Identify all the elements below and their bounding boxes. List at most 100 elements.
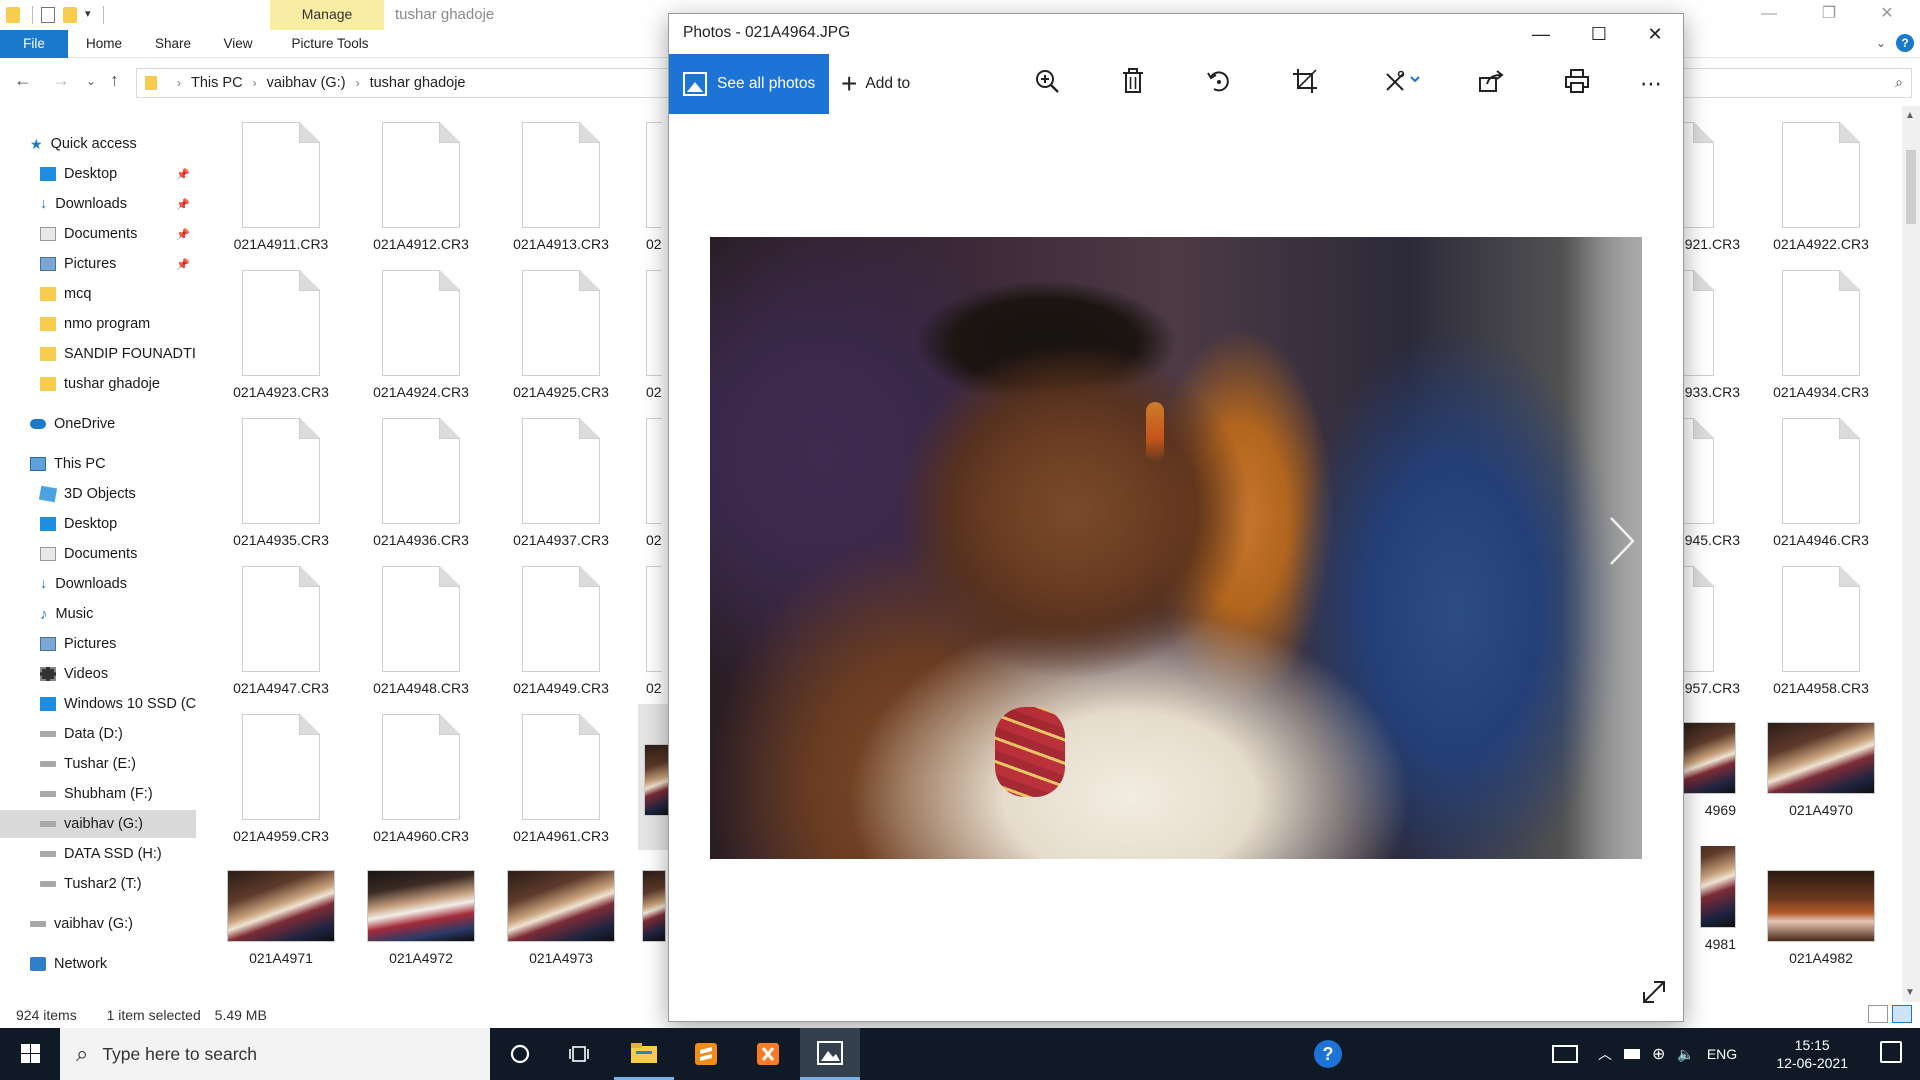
delete-icon[interactable] (1117, 68, 1149, 100)
file-tile[interactable]: 021A4973 (496, 846, 626, 966)
customize-qat-icon[interactable]: ▾ (85, 7, 91, 23)
nav-onedrive[interactable]: OneDrive (0, 410, 196, 438)
file-tile[interactable]: 021A4937.CR3 (496, 402, 626, 548)
file-tile[interactable]: 021A4970 (1756, 698, 1886, 818)
file-tile-partial[interactable]: 945.CR3 (1676, 402, 1740, 548)
file-tile[interactable]: 021A4946.CR3 (1756, 402, 1886, 548)
selected-file-tile[interactable] (638, 704, 668, 850)
zoom-in-icon[interactable] (1031, 68, 1063, 100)
file-tile[interactable]: 021A4948.CR3 (356, 550, 486, 696)
tab-share[interactable]: Share (148, 30, 198, 58)
file-tile[interactable]: 021A4911.CR3 (216, 106, 346, 252)
file-tile[interactable]: 021A4936.CR3 (356, 402, 486, 548)
file-tile[interactable]: 021A4958.CR3 (1756, 550, 1886, 696)
nav-desktop-quick[interactable]: Desktop 📌 (0, 160, 196, 188)
nav-this-pc[interactable]: This PC (0, 450, 196, 478)
see-all-photos-button[interactable]: See all photos (669, 54, 829, 114)
close-button[interactable]: ✕ (1627, 14, 1683, 54)
news-widget-icon[interactable] (1552, 1045, 1578, 1063)
scroll-down-icon[interactable]: ▼ (1905, 987, 1915, 998)
file-tile[interactable]: 021A4971 (216, 846, 346, 966)
minimize-button[interactable]: — (1744, 0, 1794, 30)
nav-downloads[interactable]: ↓ Downloads (0, 570, 196, 598)
nav-3d-objects[interactable]: 3D Objects (0, 480, 196, 508)
nav-folder-nmo[interactable]: nmo program (0, 310, 196, 338)
properties-icon[interactable] (41, 7, 55, 23)
search-input[interactable]: ⌕ (1660, 68, 1912, 98)
cortana-icon[interactable] (490, 1028, 550, 1080)
file-explorer-taskbar-icon[interactable] (614, 1028, 674, 1080)
expand-ribbon-icon[interactable]: ⌄ (1876, 36, 1886, 50)
network-globe-icon[interactable]: ⊕ (1652, 1044, 1665, 1064)
nav-folder-tushar[interactable]: tushar ghadoje (0, 370, 196, 398)
get-help-icon[interactable]: ? (1314, 1040, 1342, 1068)
xampp-icon[interactable] (738, 1028, 798, 1080)
help-icon[interactable]: ? (1896, 34, 1914, 52)
fullscreen-expand-icon[interactable] (1641, 979, 1667, 1012)
new-folder-icon[interactable] (63, 7, 77, 23)
print-icon[interactable] (1561, 68, 1593, 100)
nav-desktop[interactable]: Desktop (0, 510, 196, 538)
nav-documents[interactable]: Documents (0, 540, 196, 568)
breadcrumb-drive[interactable]: vaibhav (G:) (267, 75, 346, 91)
file-tile[interactable]: 021A4912.CR3 (356, 106, 486, 252)
nav-pictures[interactable]: Pictures (0, 630, 196, 658)
large-icons-view-icon[interactable] (1892, 1005, 1912, 1023)
add-to-button[interactable]: + Add to (841, 54, 910, 114)
breadcrumb-this-pc[interactable]: This PC (191, 75, 243, 91)
sublime-text-icon[interactable] (676, 1028, 736, 1080)
file-tile-partial[interactable]: 02 (636, 402, 662, 548)
vertical-scrollbar[interactable]: ▲ ▼ (1902, 106, 1920, 1002)
file-tile-partial[interactable]: 933.CR3 (1676, 254, 1740, 400)
show-hidden-icons-chevron-icon[interactable]: ︿ (1598, 1044, 1612, 1064)
nav-downloads-quick[interactable]: ↓ Downloads 📌 (0, 190, 196, 218)
nav-quick-access[interactable]: ★ Quick access (0, 130, 196, 158)
file-tile-partial[interactable]: 02 (636, 550, 662, 696)
taskbar-clock[interactable]: 15:15 12-06-2021 (1776, 1036, 1848, 1072)
close-button[interactable]: ✕ (1862, 0, 1912, 30)
rotate-icon[interactable] (1203, 68, 1235, 100)
file-tile[interactable]: 021A4924.CR3 (356, 254, 486, 400)
nav-network[interactable]: Network (0, 950, 196, 978)
nav-pictures-quick[interactable]: Pictures 📌 (0, 250, 196, 278)
file-tile[interactable]: 021A4959.CR3 (216, 698, 346, 844)
recent-locations-icon[interactable]: ⌄ (86, 74, 96, 88)
nav-drive-f[interactable]: Shubham (F:) (0, 780, 196, 808)
share-icon[interactable] (1475, 68, 1507, 100)
more-options-icon[interactable]: ⋯ (1635, 68, 1667, 100)
nav-music[interactable]: ♪ Music (0, 600, 196, 628)
file-tile[interactable]: 021A4922.CR3 (1756, 106, 1886, 252)
nav-folder-mcq[interactable]: mcq (0, 280, 196, 308)
nav-drive-d[interactable]: Data (D:) (0, 720, 196, 748)
forward-arrow-icon[interactable]: → (52, 70, 70, 91)
breadcrumb-folder[interactable]: tushar ghadoje (370, 75, 466, 91)
nav-drive-c[interactable]: Windows 10 SSD (C (0, 690, 196, 718)
file-tile[interactable]: 021A4972 (356, 846, 486, 966)
file-tile[interactable]: 021A4982 (1756, 846, 1886, 966)
back-arrow-icon[interactable]: ← (14, 70, 32, 91)
notifications-icon[interactable] (1880, 1041, 1902, 1063)
file-tile-partial[interactable]: 957.CR3 (1676, 550, 1740, 696)
file-tile[interactable]: 021A4913.CR3 (496, 106, 626, 252)
up-arrow-icon[interactable]: ↑ (110, 70, 119, 91)
manage-context-tab[interactable]: Manage (270, 0, 384, 30)
battery-icon[interactable] (1624, 1049, 1640, 1059)
file-tile[interactable]: 021A4961.CR3 (496, 698, 626, 844)
file-tile-partial[interactable] (642, 846, 666, 942)
nav-drive-g-root[interactable]: vaibhav (G:) (0, 910, 196, 938)
photos-taskbar-icon[interactable] (800, 1028, 860, 1080)
file-tile[interactable]: 021A4934.CR3 (1756, 254, 1886, 400)
scrollbar-thumb[interactable] (1906, 150, 1916, 224)
details-view-icon[interactable] (1868, 1005, 1888, 1023)
crop-icon[interactable] (1289, 68, 1321, 100)
file-tile[interactable]: 021A4923.CR3 (216, 254, 346, 400)
volume-icon[interactable]: 🔈 (1677, 1046, 1694, 1063)
edit-create-icon[interactable] (1381, 68, 1425, 100)
minimize-button[interactable]: — (1513, 14, 1569, 54)
file-tile[interactable]: 021A4925.CR3 (496, 254, 626, 400)
tab-file[interactable]: File (0, 30, 68, 58)
file-tile-partial[interactable]: 02 (636, 106, 662, 252)
taskbar-search-box[interactable]: ⌕ Type here to search (60, 1028, 490, 1080)
nav-drive-g[interactable]: vaibhav (G:) (0, 810, 196, 838)
file-tile-partial[interactable]: 921.CR3 (1676, 106, 1740, 252)
